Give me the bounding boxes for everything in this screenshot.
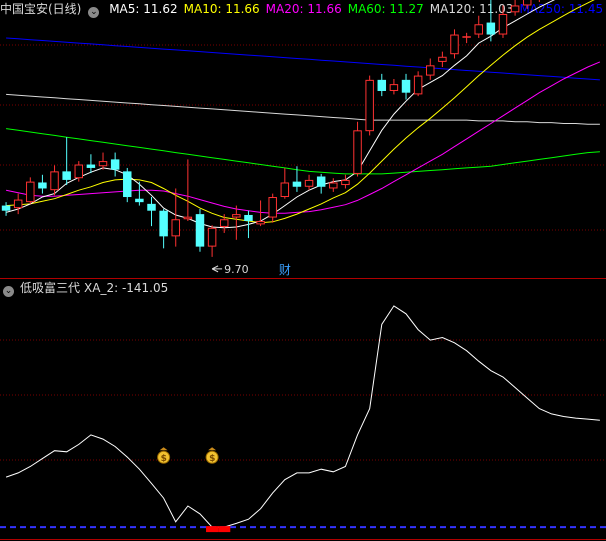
- candle-body: [159, 210, 168, 237]
- finance-marker: 财: [279, 263, 291, 277]
- money-bag-icon: $: [161, 454, 167, 464]
- candle-body: [353, 130, 362, 174]
- candle-body: [13, 199, 23, 209]
- candle-body: [147, 203, 156, 211]
- candle-body: [195, 214, 205, 247]
- money-bag-icon: [159, 447, 168, 451]
- ma20-line: [5, 61, 601, 214]
- candle-body: [413, 75, 423, 95]
- candle-body: [389, 84, 399, 91]
- candle-body: [256, 220, 265, 225]
- candle-body: [510, 5, 520, 13]
- candle-body: [232, 214, 241, 218]
- candle-body: [426, 65, 435, 76]
- candle-body: [171, 219, 180, 237]
- candle-body: [26, 181, 35, 203]
- low-arrow-icon: [211, 265, 223, 273]
- low-price-label: 9.70: [224, 263, 249, 276]
- candle-body: [292, 181, 302, 187]
- candle-body: [268, 197, 277, 218]
- indicator-line: [5, 305, 600, 528]
- candle-body: [62, 171, 71, 180]
- candle-body: [474, 24, 483, 35]
- candle-body: [304, 179, 314, 187]
- ma60-line: [6, 128, 600, 175]
- candle-body: [401, 79, 411, 93]
- signal-bar: [206, 526, 219, 533]
- candle-body: [135, 198, 144, 203]
- candle-body: [486, 22, 496, 35]
- signal-bar: [218, 526, 231, 533]
- candle-body: [450, 34, 459, 55]
- chart-canvas: 9.70 财 $ $: [0, 0, 606, 540]
- candle-body: [207, 227, 217, 247]
- ma250-line: [6, 37, 600, 81]
- candle-body: [438, 56, 447, 62]
- candle-body: [280, 182, 290, 198]
- candle-body: [38, 182, 47, 189]
- candle-body: [316, 176, 326, 187]
- money-bag-icon: [208, 447, 217, 451]
- candle-body: [110, 159, 120, 170]
- candle-body: [219, 219, 229, 227]
- candle-body: [462, 36, 471, 38]
- candle-body: [365, 79, 374, 132]
- candle-body: [183, 216, 193, 220]
- candle-body: [50, 171, 59, 191]
- candle-body: [123, 171, 132, 198]
- candle-body: [74, 164, 84, 179]
- candle-body: [498, 14, 508, 35]
- candle-body: [377, 79, 387, 91]
- ma120-line: [6, 93, 600, 125]
- money-bag-icon: $: [209, 454, 215, 464]
- candle-body: [522, 0, 532, 6]
- candle-body: [329, 182, 338, 189]
- candle-body: [244, 214, 253, 221]
- candle-body: [86, 164, 96, 168]
- candle-body: [1, 205, 11, 211]
- candle-body: [98, 161, 108, 167]
- candle-body: [341, 179, 350, 186]
